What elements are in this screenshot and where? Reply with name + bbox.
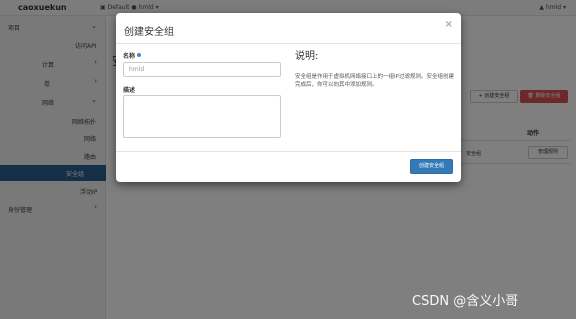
footer-divider: [116, 151, 461, 152]
dialog-title: 创建安全组: [124, 27, 174, 38]
create-security-group-dialog: 创建安全组 × 名称 hmld 描述 说明: 安全组是作用于虚拟机网络接口上的一…: [116, 13, 461, 182]
create-security-group-submit-button[interactable]: 创建安全组: [410, 159, 453, 174]
description-textarea[interactable]: [123, 95, 281, 138]
close-icon[interactable]: ×: [445, 19, 453, 30]
watermark-text: CSDN @含义小哥: [412, 294, 519, 309]
description-label: 描述: [123, 87, 136, 94]
header-divider: [116, 43, 461, 44]
name-input[interactable]: hmld: [123, 62, 281, 77]
help-title: 说明:: [295, 51, 319, 62]
required-icon: [137, 53, 142, 57]
name-label: 名称: [123, 51, 142, 60]
help-text: 安全组是作用于虚拟机网络接口上的一组IP过滤规则。安全组创建完成后，你可以向其中…: [295, 74, 454, 88]
